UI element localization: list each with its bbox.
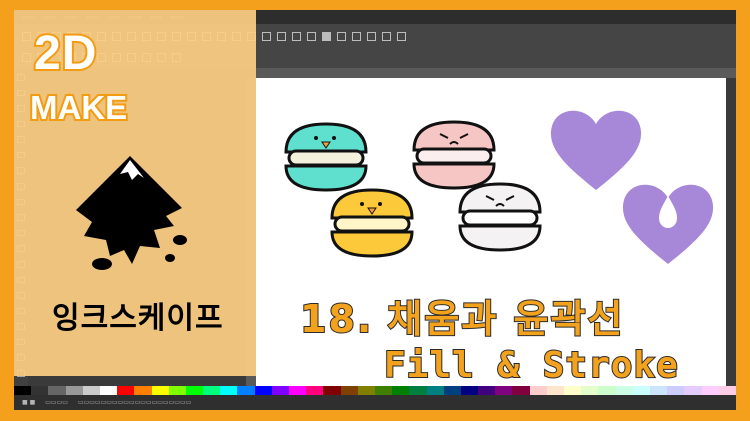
- palette-swatch[interactable]: [289, 386, 307, 395]
- palette-swatch[interactable]: [117, 386, 135, 395]
- heart-drop-icon[interactable]: [622, 184, 714, 264]
- episode-title-korean: 18. 채움과 윤곽선: [299, 288, 625, 343]
- status-layer-selector[interactable]: ▭▭▭▭: [45, 399, 68, 406]
- palette-swatch[interactable]: [31, 386, 49, 395]
- palette-swatch[interactable]: [667, 386, 685, 395]
- status-message: ▭▭▭▭▭▭▭▭▭▭▭▭▭▭▭▭▭▭▭▭: [77, 399, 192, 406]
- palette-swatch[interactable]: [409, 386, 427, 395]
- palette-swatch[interactable]: [357, 386, 375, 395]
- ungroup-icon[interactable]: [307, 31, 316, 41]
- palette-swatch[interactable]: [82, 386, 100, 395]
- palette-swatch[interactable]: [185, 386, 204, 395]
- palette-swatch[interactable]: [220, 386, 238, 395]
- palette-swatch[interactable]: [323, 386, 341, 395]
- palette-swatch[interactable]: [168, 386, 186, 395]
- palette-swatch[interactable]: [48, 386, 66, 395]
- inkscape-logo-icon: [76, 156, 187, 270]
- logo-line-2: MAKE: [28, 88, 129, 128]
- palette-swatch[interactable]: [426, 386, 444, 395]
- palette-swatch[interactable]: [340, 386, 358, 395]
- palette-swatch[interactable]: [718, 386, 736, 395]
- clone-icon[interactable]: [277, 31, 286, 41]
- horizontal-ruler[interactable]: [256, 68, 736, 78]
- status-bar: ■ ■ ▭▭▭▭ ▭▭▭▭▭▭▭▭▭▭▭▭▭▭▭▭▭▭▭▭: [14, 395, 736, 410]
- brand-logo: 2D MAKE: [28, 26, 150, 138]
- palette-swatch[interactable]: [701, 386, 719, 395]
- layers-icon[interactable]: [352, 31, 361, 41]
- palette-swatch[interactable]: [237, 386, 255, 395]
- preferences-icon[interactable]: [397, 31, 406, 41]
- heart-icon[interactable]: [550, 110, 642, 190]
- palette-swatch[interactable]: [306, 386, 324, 395]
- palette-swatch[interactable]: [478, 386, 496, 395]
- palette-swatch[interactable]: [443, 386, 461, 395]
- palette-swatch[interactable]: [564, 386, 582, 395]
- palette-swatch[interactable]: [546, 386, 564, 395]
- xml-editor-icon[interactable]: [367, 31, 376, 41]
- duplicate-icon[interactable]: [262, 31, 271, 41]
- fill-stroke-icon[interactable]: [322, 31, 331, 41]
- status-fill-indicator[interactable]: ■ ■: [22, 399, 35, 406]
- palette-swatch[interactable]: [460, 386, 479, 395]
- palette-swatch[interactable]: [581, 386, 599, 395]
- palette-swatch[interactable]: [512, 386, 530, 395]
- palette-swatch[interactable]: [632, 386, 650, 395]
- palette-swatch[interactable]: [374, 386, 393, 395]
- episode-number: 18.: [299, 296, 374, 342]
- color-palette: [14, 386, 736, 395]
- palette-swatch[interactable]: [649, 386, 668, 395]
- palette-swatch[interactable]: [65, 386, 83, 395]
- palette-swatch[interactable]: [99, 386, 118, 395]
- palette-swatch[interactable]: [14, 386, 32, 395]
- palette-swatch[interactable]: [392, 386, 410, 395]
- palette-swatch[interactable]: [615, 386, 633, 395]
- palette-swatch[interactable]: [134, 386, 152, 395]
- macaron-icon[interactable]: [412, 120, 496, 190]
- align-icon[interactable]: [382, 31, 391, 41]
- palette-swatch[interactable]: [271, 386, 289, 395]
- macaron-icon[interactable]: [284, 122, 368, 192]
- palette-swatch[interactable]: [529, 386, 547, 395]
- palette-swatch[interactable]: [684, 386, 702, 395]
- app-name-label: 잉크스케이프: [52, 301, 224, 336]
- episode-title-text: 채움과 윤곽선: [386, 296, 625, 342]
- episode-title-english: Fill & Stroke: [383, 344, 679, 387]
- macaron-icon[interactable]: [330, 188, 414, 258]
- palette-swatch[interactable]: [598, 386, 616, 395]
- palette-swatch[interactable]: [254, 386, 272, 395]
- palette-swatch[interactable]: [203, 386, 221, 395]
- logo-line-1: 2D: [32, 26, 98, 82]
- palette-swatch[interactable]: [495, 386, 513, 395]
- palette-swatch[interactable]: [151, 386, 169, 395]
- macaron-icon[interactable]: [458, 182, 542, 252]
- group-icon[interactable]: [292, 31, 301, 41]
- text-icon[interactable]: [337, 31, 346, 41]
- thumbnail-stage: ▭▭ ▭▭ ▭▭ ▭▭ ▭▭ ▭▭ ▭▭ ▭▭: [0, 0, 750, 421]
